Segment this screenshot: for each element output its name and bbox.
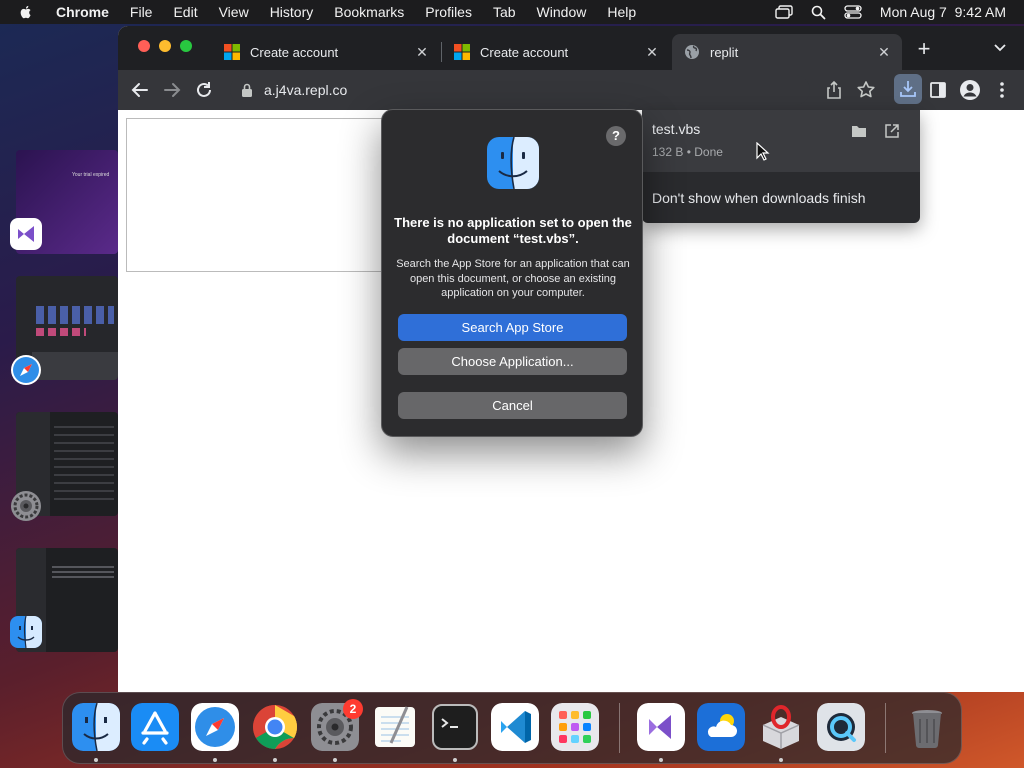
no-application-dialog: ? There is no application set to open th…: [381, 109, 643, 437]
dock-opera-box-icon[interactable]: [757, 703, 805, 751]
dock-weather-icon[interactable]: [697, 703, 745, 751]
tab-strip: Create account ✕ Create account ✕ replit…: [118, 26, 1024, 70]
side-panel-icon[interactable]: [926, 78, 950, 102]
thumb-app-grid: [36, 306, 114, 324]
tab-title: Create account: [480, 44, 569, 60]
download-item[interactable]: test.vbs 132 B • Done: [642, 110, 920, 172]
search-app-store-button[interactable]: Search App Store: [398, 314, 627, 341]
downloads-button[interactable]: [894, 74, 922, 104]
dock-running-indicator: [659, 758, 663, 762]
menu-bookmarks[interactable]: Bookmarks: [334, 4, 404, 20]
cancel-button[interactable]: Cancel: [398, 392, 627, 419]
tab-title: replit: [710, 44, 739, 60]
tab-close-icon[interactable]: ✕: [414, 44, 430, 60]
downloads-bubble: test.vbs 132 B • Done Don't show when do…: [642, 110, 920, 223]
download-icon: [900, 81, 916, 97]
download-file-status: 132 B • Done: [652, 145, 723, 159]
dock-quicktime-icon[interactable]: [817, 703, 865, 751]
menu-window[interactable]: Window: [537, 4, 587, 20]
dock-vscode-icon[interactable]: [491, 703, 539, 751]
tab-close-icon[interactable]: ✕: [876, 44, 892, 60]
menu-help[interactable]: Help: [607, 4, 636, 20]
finder-stage-icon[interactable]: [10, 616, 42, 648]
control-center-icon[interactable]: [844, 5, 862, 19]
spotlight-search-icon[interactable]: [811, 5, 826, 20]
dont-show-downloads-option[interactable]: Don't show when downloads finish: [652, 190, 866, 206]
microsoft-logo-icon: [454, 44, 470, 60]
tab-close-icon[interactable]: ✕: [644, 44, 660, 60]
thumb-app-grid-row: [36, 328, 86, 336]
back-arrow-icon[interactable]: [128, 78, 152, 102]
reload-icon[interactable]: [192, 78, 216, 102]
help-button[interactable]: ?: [606, 126, 626, 146]
dock-running-indicator: [273, 758, 277, 762]
dock-running-indicator: [333, 758, 337, 762]
globe-icon: [685, 45, 699, 59]
browser-toolbar: a.j4va.repl.co: [118, 70, 1024, 110]
tab-create-account-1[interactable]: Create account ✕: [212, 34, 440, 70]
tab-create-account-2[interactable]: Create account ✕: [442, 34, 670, 70]
screen-mirroring-icon[interactable]: [775, 5, 793, 19]
lock-icon[interactable]: [240, 83, 254, 97]
window-close-button[interactable]: [138, 40, 150, 52]
tab-search-chevron-icon[interactable]: [994, 43, 1006, 53]
dock-terminal-icon[interactable]: [431, 703, 479, 751]
notification-badge: 2: [343, 699, 363, 719]
more-options-icon[interactable]: [990, 78, 1014, 102]
dock-separator: [885, 703, 886, 753]
apple-icon[interactable]: [18, 4, 34, 20]
menu-edit[interactable]: Edit: [173, 4, 197, 20]
menu-view[interactable]: View: [219, 4, 249, 20]
menu-history[interactable]: History: [270, 4, 314, 20]
content-frame: [126, 118, 382, 272]
menu-bar: Chrome File Edit View History Bookmarks …: [0, 0, 1024, 24]
dock-safari-icon[interactable]: [191, 703, 239, 751]
profile-avatar-icon[interactable]: [958, 78, 982, 102]
thumb-list: [52, 566, 114, 580]
address-bar[interactable]: a.j4va.repl.co: [230, 75, 810, 105]
microsoft-logo-icon: [224, 44, 240, 60]
dialog-message: Search the App Store for an application …: [396, 258, 630, 299]
menu-file[interactable]: File: [130, 4, 153, 20]
finder-icon: [487, 136, 539, 190]
dialog-title: There is no application set to open the …: [394, 215, 632, 246]
dock-running-indicator: [779, 758, 783, 762]
system-settings-stage-icon[interactable]: [10, 490, 42, 522]
thumb-panel: [32, 352, 118, 380]
dock-launchpad-icon[interactable]: [551, 703, 599, 751]
menu-profiles[interactable]: Profiles: [425, 4, 472, 20]
tab-title: Create account: [250, 44, 339, 60]
dock-running-indicator: [213, 758, 217, 762]
menu-clock[interactable]: Mon Aug 7 9:42 AM: [880, 4, 1006, 20]
safari-stage-icon[interactable]: [10, 354, 42, 386]
dock-running-indicator: [453, 758, 457, 762]
thumb-list: [54, 426, 114, 506]
bookmark-star-icon[interactable]: [854, 78, 878, 102]
menu-tab[interactable]: Tab: [493, 4, 516, 20]
dock-running-indicator: [94, 758, 98, 762]
window-zoom-button[interactable]: [180, 40, 192, 52]
window-minimize-button[interactable]: [159, 40, 171, 52]
menu-app-name[interactable]: Chrome: [56, 4, 109, 20]
visual-studio-stage-icon[interactable]: [10, 218, 42, 250]
tab-replit[interactable]: replit ✕: [672, 34, 902, 70]
folder-icon[interactable]: [850, 122, 868, 140]
new-tab-button[interactable]: +: [914, 36, 934, 62]
dock-trash-icon[interactable]: [903, 703, 951, 751]
download-file-name: test.vbs: [652, 121, 701, 137]
dock-textedit-icon[interactable]: [371, 703, 419, 751]
forward-arrow-icon[interactable]: [160, 78, 184, 102]
dock: 2: [62, 692, 962, 764]
mouse-cursor-icon: [756, 142, 770, 161]
dock-chrome-icon[interactable]: [251, 703, 299, 751]
dock-finder-icon[interactable]: [72, 703, 120, 751]
dock-app-store-icon[interactable]: [131, 703, 179, 751]
share-icon[interactable]: [822, 78, 846, 102]
address-url: a.j4va.repl.co: [264, 82, 348, 98]
stage-thumb-text: Your trial expired: [72, 172, 110, 178]
choose-application-button[interactable]: Choose Application...: [398, 348, 627, 375]
open-external-icon[interactable]: [883, 122, 901, 140]
dock-visual-studio-icon[interactable]: [637, 703, 685, 751]
dock-separator: [619, 703, 620, 753]
